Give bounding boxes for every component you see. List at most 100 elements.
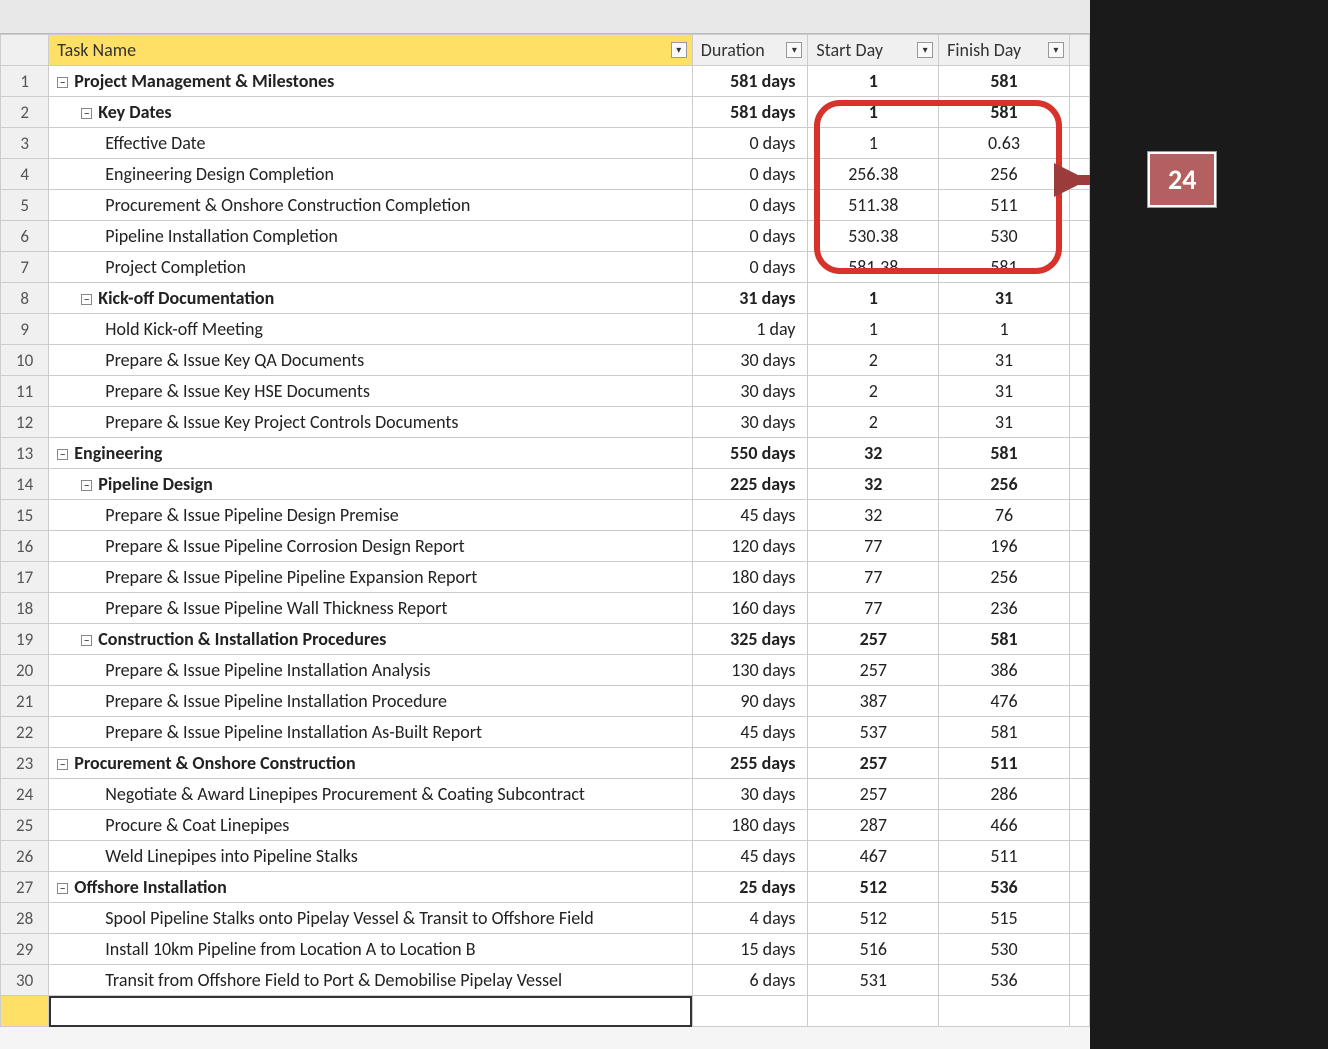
table-row[interactable]: 26Weld Linepipes into Pipeline Stalks45 …: [1, 841, 1090, 872]
select-all-corner[interactable]: [1, 35, 49, 66]
finish-day-cell[interactable]: 536: [939, 965, 1070, 996]
outline-collapse-icon[interactable]: −: [81, 108, 92, 119]
duration-cell[interactable]: 90 days: [692, 686, 808, 717]
row-number[interactable]: 20: [1, 655, 49, 686]
duration-cell[interactable]: 130 days: [692, 655, 808, 686]
finish-day-cell[interactable]: 581: [939, 66, 1070, 97]
finish-day-cell[interactable]: 511: [939, 841, 1070, 872]
outline-collapse-icon[interactable]: −: [57, 77, 68, 88]
task-name-cell[interactable]: −Procurement & Onshore Construction: [49, 748, 693, 779]
table-row[interactable]: 17Prepare & Issue Pipeline Pipeline Expa…: [1, 562, 1090, 593]
duration-cell[interactable]: 30 days: [692, 779, 808, 810]
row-number[interactable]: 27: [1, 872, 49, 903]
row-number[interactable]: 16: [1, 531, 49, 562]
finish-day-cell[interactable]: 286: [939, 779, 1070, 810]
task-name-cell[interactable]: Procurement & Onshore Construction Compl…: [49, 190, 693, 221]
finish-day-cell[interactable]: 511: [939, 748, 1070, 779]
task-name-cell[interactable]: Prepare & Issue Key QA Documents: [49, 345, 693, 376]
task-name-cell[interactable]: Weld Linepipes into Pipeline Stalks: [49, 841, 693, 872]
outline-collapse-icon[interactable]: −: [57, 449, 68, 460]
start-day-cell[interactable]: 581.38: [808, 252, 939, 283]
start-day-cell[interactable]: 257: [808, 624, 939, 655]
task-name-cell[interactable]: −Project Management & Milestones: [49, 66, 693, 97]
task-name-cell[interactable]: Effective Date: [49, 128, 693, 159]
table-row[interactable]: 20Prepare & Issue Pipeline Installation …: [1, 655, 1090, 686]
col-header-task[interactable]: Task Name ▾: [49, 35, 693, 66]
row-number[interactable]: 25: [1, 810, 49, 841]
start-day-cell[interactable]: 32: [808, 500, 939, 531]
finish-day-cell[interactable]: 581: [939, 252, 1070, 283]
row-number[interactable]: 13: [1, 438, 49, 469]
duration-cell[interactable]: 30 days: [692, 376, 808, 407]
start-day-cell[interactable]: 387: [808, 686, 939, 717]
filter-dropdown-icon[interactable]: ▾: [786, 42, 802, 58]
finish-day-cell[interactable]: 581: [939, 438, 1070, 469]
duration-cell[interactable]: 255 days: [692, 748, 808, 779]
row-number[interactable]: 10: [1, 345, 49, 376]
task-name-cell[interactable]: Spool Pipeline Stalks onto Pipelay Vesse…: [49, 903, 693, 934]
row-number[interactable]: 28: [1, 903, 49, 934]
table-row[interactable]: 7Project Completion0 days581.38581: [1, 252, 1090, 283]
table-row[interactable]: 1 −Project Management & Milestones581 day…: [1, 66, 1090, 97]
table-row[interactable]: 28Spool Pipeline Stalks onto Pipelay Ves…: [1, 903, 1090, 934]
task-name-cell[interactable]: −Kick-off Documentation: [49, 283, 693, 314]
finish-day-cell[interactable]: 0.63: [939, 128, 1070, 159]
new-task-input-row[interactable]: [1, 996, 1090, 1027]
task-name-cell[interactable]: Engineering Design Completion: [49, 159, 693, 190]
finish-day-cell[interactable]: 76: [939, 500, 1070, 531]
table-row[interactable]: 9Hold Kick-off Meeting1 day11: [1, 314, 1090, 345]
task-name-cell[interactable]: Prepare & Issue Pipeline Wall Thickness …: [49, 593, 693, 624]
table-row[interactable]: 11Prepare & Issue Key HSE Documents30 da…: [1, 376, 1090, 407]
duration-cell[interactable]: 45 days: [692, 841, 808, 872]
finish-day-cell[interactable]: 515: [939, 903, 1070, 934]
start-day-cell[interactable]: 77: [808, 562, 939, 593]
start-day-cell[interactable]: 2: [808, 376, 939, 407]
duration-cell[interactable]: 581 days: [692, 66, 808, 97]
finish-day-cell[interactable]: 256: [939, 562, 1070, 593]
task-name-cell[interactable]: Hold Kick-off Meeting: [49, 314, 693, 345]
table-row[interactable]: 27−Offshore Installation25 days512536: [1, 872, 1090, 903]
start-day-cell[interactable]: 32: [808, 438, 939, 469]
filter-dropdown-icon[interactable]: ▾: [1048, 42, 1064, 58]
row-number[interactable]: 9: [1, 314, 49, 345]
start-day-cell[interactable]: 77: [808, 531, 939, 562]
duration-cell[interactable]: 180 days: [692, 810, 808, 841]
start-day-cell[interactable]: 1: [808, 128, 939, 159]
start-day-cell[interactable]: 537: [808, 717, 939, 748]
start-day-cell[interactable]: 32: [808, 469, 939, 500]
start-day-cell[interactable]: 511.38: [808, 190, 939, 221]
duration-cell[interactable]: [692, 996, 808, 1027]
finish-day-cell[interactable]: 536: [939, 872, 1070, 903]
table-row[interactable]: 16Prepare & Issue Pipeline Corrosion Des…: [1, 531, 1090, 562]
task-name-cell[interactable]: −Key Dates: [49, 97, 693, 128]
table-row[interactable]: 25Procure & Coat Linepipes180 days287466: [1, 810, 1090, 841]
finish-day-cell[interactable]: 581: [939, 97, 1070, 128]
table-row[interactable]: 13−Engineering550 days32581: [1, 438, 1090, 469]
outline-collapse-icon[interactable]: −: [81, 635, 92, 646]
table-row[interactable]: 10Prepare & Issue Key QA Documents30 day…: [1, 345, 1090, 376]
table-row[interactable]: 21Prepare & Issue Pipeline Installation …: [1, 686, 1090, 717]
row-number[interactable]: 6: [1, 221, 49, 252]
start-day-cell[interactable]: 512: [808, 903, 939, 934]
task-name-cell[interactable]: Transit from Offshore Field to Port & De…: [49, 965, 693, 996]
outline-collapse-icon[interactable]: −: [81, 480, 92, 491]
duration-cell[interactable]: 45 days: [692, 717, 808, 748]
duration-cell[interactable]: 45 days: [692, 500, 808, 531]
row-number[interactable]: 30: [1, 965, 49, 996]
duration-cell[interactable]: 581 days: [692, 97, 808, 128]
task-name-cell[interactable]: Prepare & Issue Pipeline Corrosion Desig…: [49, 531, 693, 562]
start-day-cell[interactable]: 257: [808, 655, 939, 686]
task-name-cell[interactable]: Pipeline Installation Completion: [49, 221, 693, 252]
row-number[interactable]: 8: [1, 283, 49, 314]
task-name-cell[interactable]: −Engineering: [49, 438, 693, 469]
filter-dropdown-icon[interactable]: ▾: [917, 42, 933, 58]
table-row[interactable]: 19−Construction & Installation Procedure…: [1, 624, 1090, 655]
duration-cell[interactable]: 0 days: [692, 159, 808, 190]
duration-cell[interactable]: 120 days: [692, 531, 808, 562]
start-day-cell[interactable]: [808, 996, 939, 1027]
start-day-cell[interactable]: 1: [808, 97, 939, 128]
start-day-cell[interactable]: 1: [808, 66, 939, 97]
finish-day-cell[interactable]: 236: [939, 593, 1070, 624]
table-row[interactable]: 14−Pipeline Design225 days32256: [1, 469, 1090, 500]
row-number[interactable]: 19: [1, 624, 49, 655]
